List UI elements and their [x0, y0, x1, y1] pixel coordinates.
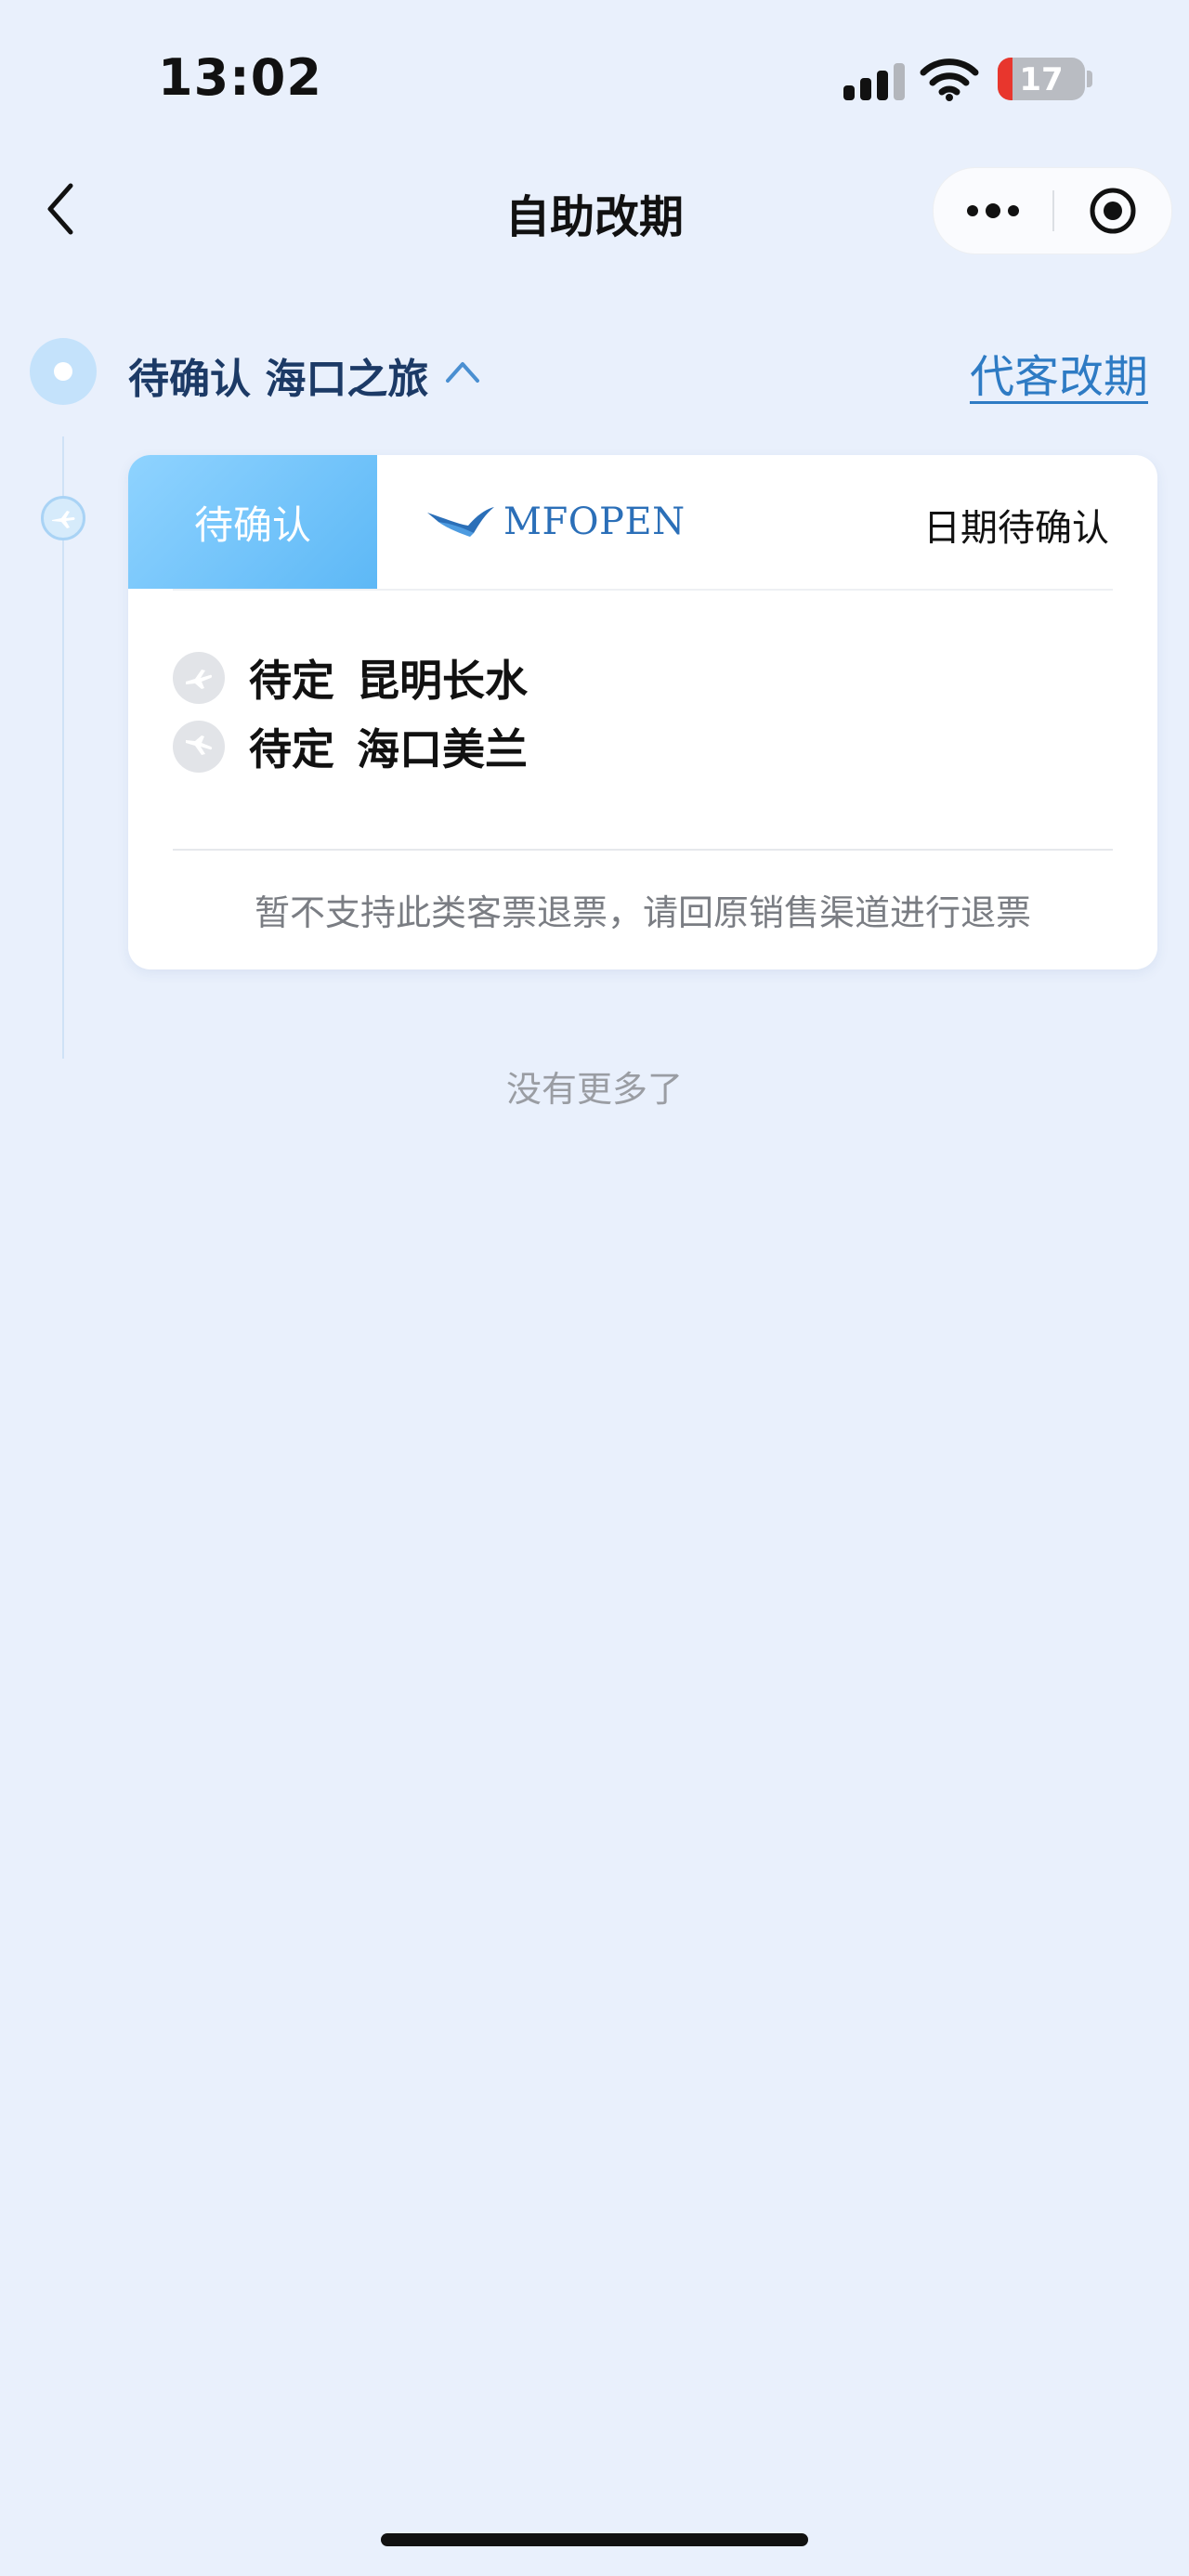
timeline-dot — [30, 338, 97, 405]
landing-icon — [173, 721, 225, 773]
refund-note: 暂不支持此类客票退票，请回原销售渠道进行退票 — [254, 892, 1031, 933]
status-time: 13:02 — [158, 48, 322, 107]
card-divider — [173, 849, 1113, 851]
home-indicator[interactable] — [381, 2533, 808, 2546]
segment-airport: 海口美兰 — [357, 724, 528, 774]
landing-plane-glyph — [186, 735, 213, 755]
airline-name: MFOPEN — [503, 501, 686, 543]
signal-icon — [843, 63, 905, 100]
segment-airport: 昆明长水 — [357, 656, 528, 706]
battery-level: 17 — [1019, 61, 1064, 98]
segment-time: 待定 — [249, 656, 334, 706]
takeoff-icon — [173, 652, 225, 704]
battery-tip — [1087, 71, 1092, 87]
trip-title[interactable]: 待确认 海口之旅 — [128, 345, 428, 405]
close-button[interactable] — [1054, 168, 1171, 254]
battery-icon: 17 — [998, 58, 1085, 100]
order-card[interactable]: 待确认 MFOPEN 日期待确认 待定 昆明长水 待定 海口美兰 暂不支持此类客… — [128, 455, 1157, 969]
chevron-up-icon[interactable] — [442, 355, 483, 388]
status-tag: 待确认 — [128, 455, 377, 589]
plane-icon — [52, 511, 75, 528]
more-dots-icon — [967, 203, 1019, 218]
target-circle-icon — [1090, 188, 1136, 234]
takeoff-plane-glyph — [186, 670, 213, 689]
flight-segment-arrival: 待定 海口美兰 — [173, 717, 528, 776]
mini-program-capsule — [933, 167, 1172, 254]
wifi-icon — [920, 59, 979, 101]
timeline-dot-center — [54, 362, 72, 381]
flight-segment-departure: 待定 昆明长水 — [173, 648, 528, 708]
card-divider — [173, 589, 1113, 591]
segment-time: 待定 — [249, 724, 334, 774]
more-button[interactable] — [934, 168, 1052, 254]
end-of-list-text: 没有更多了 — [505, 1069, 683, 1110]
timeline-plane-icon — [41, 496, 85, 540]
date-status: 日期待确认 — [923, 507, 1109, 550]
airline-logo: MFOPEN — [425, 496, 686, 548]
airline-bird-logo — [427, 507, 494, 537]
agent-rebook-link[interactable]: 代客改期 — [970, 340, 1148, 405]
